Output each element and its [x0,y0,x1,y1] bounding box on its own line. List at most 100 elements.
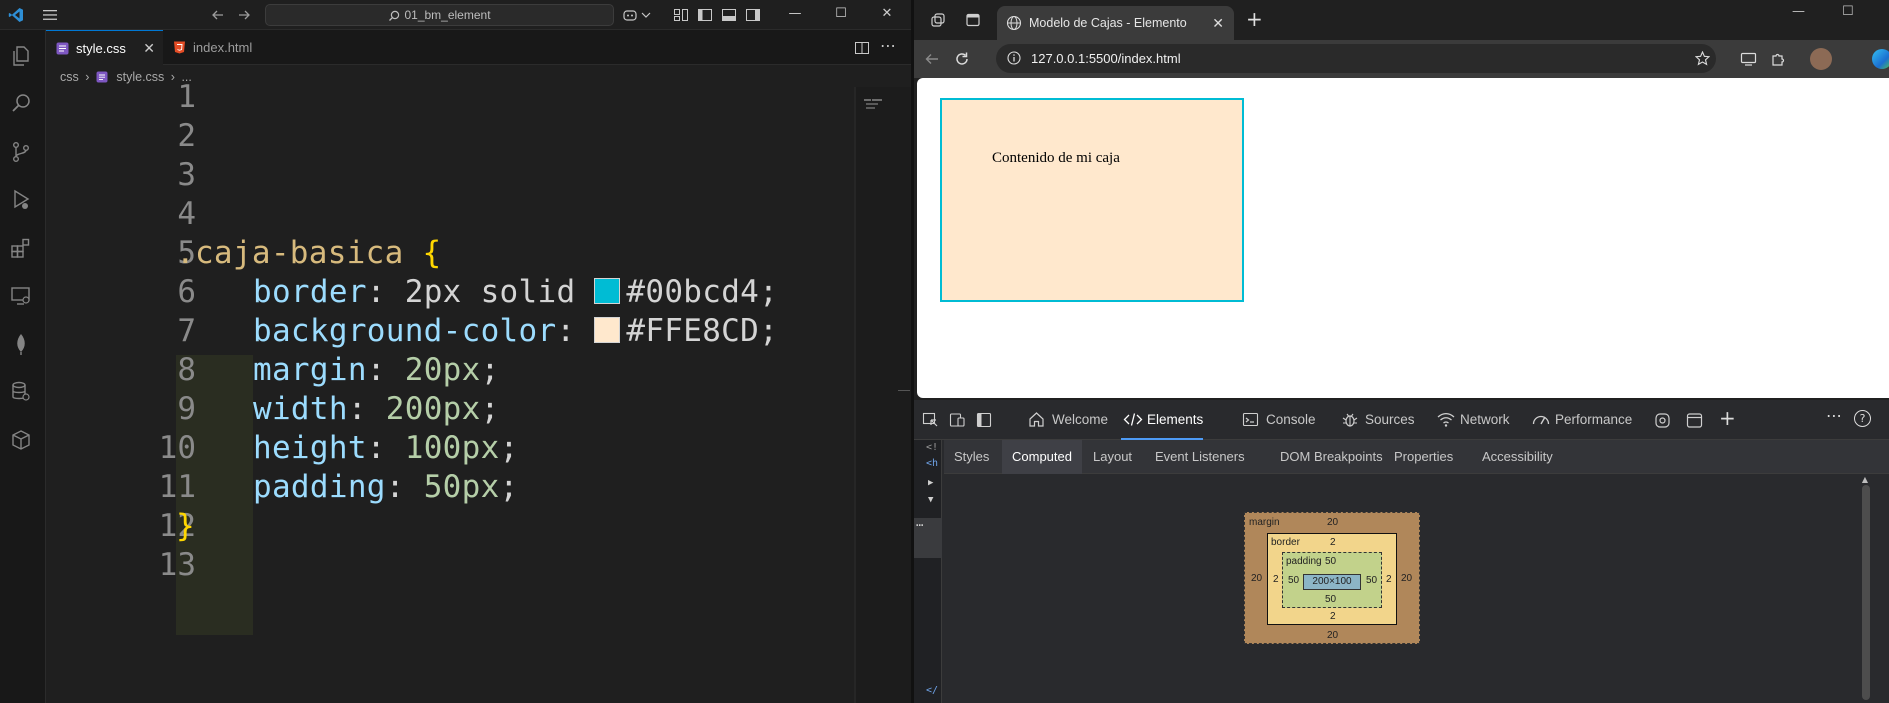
more-actions-icon[interactable]: ⋯ [1826,406,1842,425]
breadcrumb-item[interactable]: css [60,66,79,88]
tab-network[interactable]: Network [1434,400,1510,440]
container-icon[interactable] [9,428,33,452]
search-icon [388,10,400,22]
color-swatch[interactable] [594,278,621,304]
more-tools-icon[interactable]: + [1719,406,1736,430]
subtab-layout[interactable]: Layout [1083,440,1142,474]
subtab-accessibility[interactable]: Accessibility [1472,440,1563,474]
extensions-puzzle-icon[interactable] [1770,51,1786,67]
box-model-content[interactable]: 200×100 [1303,574,1361,590]
extensions-icon[interactable] [9,236,33,260]
ellipsis-icon[interactable]: ⋯ [914,518,942,558]
run-debug-icon[interactable] [9,188,33,212]
tab-index-html[interactable]: index.html [163,30,283,65]
address-bar[interactable]: 127.0.0.1:5500/index.html [996,44,1716,73]
settings-gear-icon[interactable] [1654,412,1671,429]
subtab-dom-breakpoints[interactable]: DOM Breakpoints [1270,440,1393,474]
avatar[interactable] [1810,48,1832,70]
color-swatch[interactable] [594,317,621,343]
browser-tab-strip: Modelo de Cajas - Elemento ✕ + — ☐ [914,0,1889,40]
expand-arrow-icon[interactable]: ▶ [928,478,933,488]
menu-icon[interactable] [42,7,58,23]
code-editor[interactable]: 1 2 3 4 5 6 7 8 9 10 11 12 13 .caja-basi… [46,79,911,703]
forward-arrow-icon[interactable] [236,7,252,23]
code-line-selector: .caja-basica { [176,235,442,271]
tab-label: style.css [76,41,126,56]
box-model-padding[interactable]: padding 50 50 50 50 200×100 [1282,552,1382,608]
caja-basica-box[interactable]: Contenido de mi caja [940,98,1244,302]
maximize-button[interactable]: ☐ [818,0,864,30]
device-emulation-icon[interactable] [949,412,966,428]
toggle-panel-icon[interactable] [721,7,737,23]
help-icon[interactable]: ? [1854,410,1871,427]
mongodb-leaf-icon[interactable] [9,332,33,356]
toggle-secondary-sidebar-icon[interactable] [745,7,761,23]
more-actions-icon[interactable]: ⋯ [880,36,896,55]
new-tab-icon[interactable]: + [1246,7,1263,31]
tab-welcome[interactable]: Welcome [1026,400,1108,440]
back-arrow-icon[interactable] [924,51,940,67]
semicolon: ; [759,274,779,310]
inspect-element-icon[interactable] [922,412,939,428]
tab-close-icon[interactable]: ✕ [143,31,155,66]
scrollbar[interactable] [1862,485,1870,700]
devtools-toolbar: Welcome Elements Console Sources Network… [914,400,1889,440]
info-icon[interactable] [1007,51,1021,65]
semicolon: ; [480,352,500,388]
minimize-button[interactable]: — [1792,4,1805,19]
explorer-icon[interactable] [9,44,33,68]
tab-close-icon[interactable]: ✕ [1212,6,1224,40]
gauge-icon [1531,411,1551,428]
tab-performance[interactable]: Performance [1529,400,1632,440]
tab-sources[interactable]: Sources [1339,400,1415,440]
collapse-arrow-icon[interactable]: ▼ [928,495,933,505]
subtab-styles[interactable]: Styles [944,440,999,474]
css-property: margin [253,352,367,388]
css-value: 2px solid [404,274,576,310]
copilot-icon[interactable] [622,7,638,23]
line-number: 8 [177,352,196,388]
dom-tree-pane[interactable]: <! <h ▶ ▼ ⋯ </ [914,440,942,703]
brace: } [176,508,195,544]
line-number: 6 [177,274,196,310]
box-model-border[interactable]: border 2 2 2 2 padding 50 50 50 50 200×1… [1267,533,1397,625]
media-cast-icon[interactable] [1740,51,1757,67]
tab-elements[interactable]: Elements [1121,400,1204,440]
command-center-search[interactable]: 01_bm_element [265,4,614,26]
maximize-button[interactable]: ☐ [1842,4,1854,19]
css-property: width [253,391,348,427]
subtab-computed[interactable]: Computed [1002,440,1082,474]
css-property: height [253,430,367,466]
workspaces-icon[interactable] [930,12,946,28]
split-editor-icon[interactable] [854,40,870,56]
subtab-properties[interactable]: Properties [1384,440,1463,474]
close-button[interactable]: ✕ [864,0,910,30]
browser-tab[interactable]: Modelo de Cajas - Elemento ✕ [997,6,1234,40]
database-icon[interactable] [9,380,33,404]
toggle-sidebar-icon[interactable] [697,7,713,23]
tab-console[interactable]: Console [1240,400,1316,440]
chevron-down-icon[interactable] [640,7,656,23]
wifi-icon [1436,411,1456,428]
subtab-event-listeners[interactable]: Event Listeners [1145,440,1255,474]
back-arrow-icon[interactable] [210,7,226,23]
minimap[interactable] [856,87,911,703]
title-bar: 01_bm_element — ☐ ✕ [0,0,911,30]
tab-label: Sources [1365,412,1415,427]
refresh-icon[interactable] [954,51,970,67]
minimize-button[interactable]: — [772,0,818,30]
toggle-drawer-icon[interactable] [976,412,992,428]
scroll-up-icon[interactable]: ▲ [1862,475,1868,484]
customize-layout-icon[interactable] [673,7,689,23]
remote-explorer-icon[interactable] [9,284,33,308]
css-property: background-color [253,313,557,349]
application-icon[interactable] [1686,412,1703,429]
search-icon[interactable] [9,92,33,116]
source-control-icon[interactable] [9,140,33,164]
tab-style-css[interactable]: style.css ✕ [46,30,163,65]
copilot-icon[interactable] [1872,49,1889,69]
favorite-star-icon[interactable] [1695,51,1710,66]
vscode-logo-icon [8,7,24,23]
tab-actions-icon[interactable] [965,12,981,28]
box-model-margin[interactable]: margin 20 20 20 20 border 2 2 2 2 paddin… [1244,512,1420,644]
